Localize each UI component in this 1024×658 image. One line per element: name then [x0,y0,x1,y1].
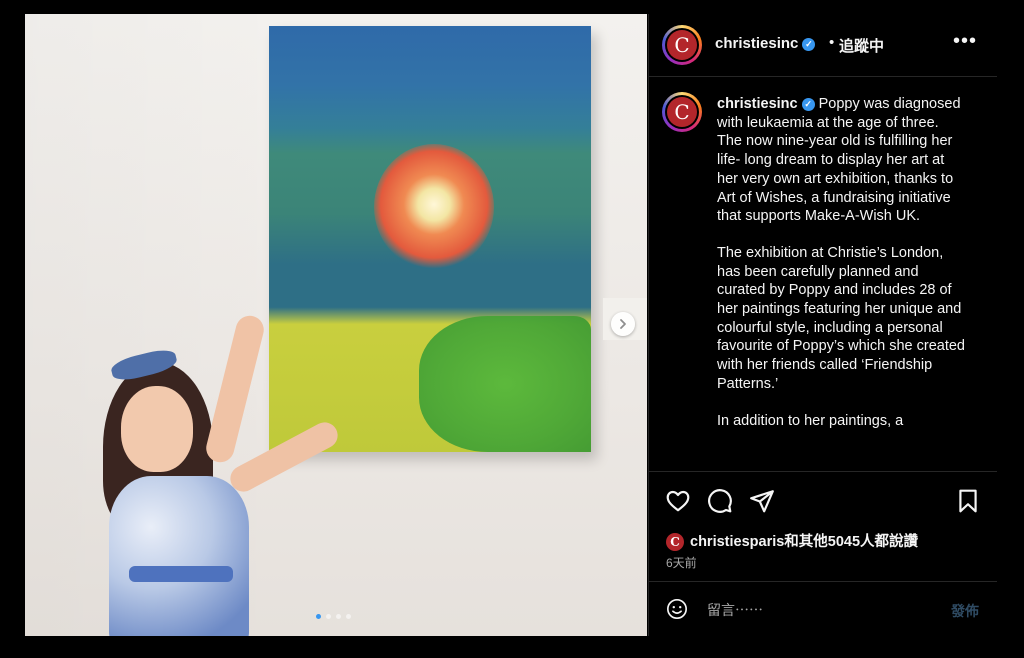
carousel-dot [316,614,321,619]
caption-paragraph: christiesinc ✓ Poppy was diagnosed with l… [717,95,967,226]
post-modal: C christiesinc ✓ • 追蹤中 ••• C christiesinc… [25,14,997,636]
girl-dress [109,476,249,636]
header-separator: • [829,34,835,51]
heart-icon[interactable] [665,488,691,514]
caption-avatar[interactable]: C [662,92,702,132]
christies-logo: C [667,30,697,60]
girl-belt [129,566,233,582]
verified-badge-icon: ✓ [801,97,815,111]
post-side-panel: C christiesinc ✓ • 追蹤中 ••• C christiesinc… [648,14,997,636]
caption-body: Poppy was diagnosed with leukaemia at th… [717,96,961,225]
comment-input[interactable] [705,596,929,624]
carousel-dots [316,614,351,619]
following-button[interactable]: 追蹤中 [839,35,884,56]
carousel-dot [346,614,351,619]
likes-text[interactable]: christiesparis和其他5045人都說讚 [690,534,918,550]
chevron-right-icon [620,319,626,329]
caption-scroll[interactable]: C christiesinc ✓ Poppy was diagnosed with… [649,77,997,471]
header-username-wrap[interactable]: christiesinc ✓ [715,35,816,52]
emoji-icon[interactable] [666,598,688,620]
carousel-dot [326,614,331,619]
painting [269,26,591,452]
post-header: C christiesinc ✓ • 追蹤中 ••• [649,14,997,77]
comment-icon[interactable] [707,488,733,514]
comment-bar: 發佈 [649,581,997,637]
painting-sun [374,144,494,270]
post-image[interactable] [25,14,647,636]
caption-paragraph: In addition to her paintings, a [717,412,904,429]
painting-green-patch [419,316,591,452]
next-slide-button[interactable] [611,312,635,336]
caption-text: christiesinc ✓ Poppy was diagnosed with l… [717,95,967,448]
header-username[interactable]: christiesinc [715,35,798,52]
verified-badge-icon: ✓ [802,37,816,51]
post-comment-button[interactable]: 發佈 [951,601,979,621]
likes-summary[interactable]: Cchristiesparis和其他5045人都說讚 [666,530,918,552]
action-bar: Cchristiesparis和其他5045人都說讚 6天前 [649,471,997,582]
girl-face [121,386,193,472]
liker-avatar: C [666,533,684,552]
post-timestamp[interactable]: 6天前 [666,554,697,571]
caption-username[interactable]: christiesinc [717,96,798,112]
bookmark-icon[interactable] [955,488,981,514]
carousel-dot [336,614,341,619]
caption-paragraph: The exhibition at Christie’s London, has… [717,244,965,392]
christies-logo: C [667,97,697,127]
share-icon[interactable] [749,488,775,514]
profile-avatar[interactable]: C [662,25,702,65]
more-horizontal-icon[interactable]: ••• [953,30,977,53]
